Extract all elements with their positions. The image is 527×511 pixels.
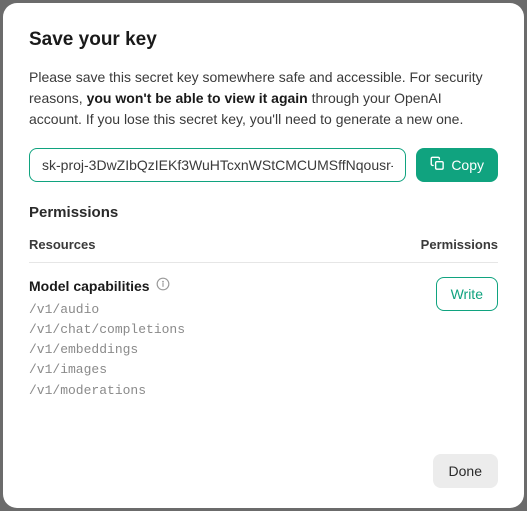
secret-key-input[interactable]: [29, 148, 406, 182]
col-permissions: Permissions: [421, 237, 498, 252]
endpoint-item: /v1/audio: [29, 300, 436, 320]
modal-footer: Done: [29, 454, 498, 488]
capability-left: Model capabilities /v1/audio /v1/chat/co…: [29, 277, 436, 401]
col-resources: Resources: [29, 237, 95, 252]
capability-row: Model capabilities /v1/audio /v1/chat/co…: [29, 277, 498, 401]
description-bold: you won't be able to view it again: [87, 90, 308, 106]
done-button-label: Done: [449, 463, 482, 479]
modal-title: Save your key: [29, 29, 498, 51]
permissions-heading: Permissions: [29, 204, 498, 221]
info-icon[interactable]: [156, 277, 170, 294]
permissions-table-header: Resources Permissions: [29, 237, 498, 263]
endpoint-item: /v1/images: [29, 360, 436, 380]
copy-icon: [430, 156, 445, 174]
save-key-modal: Save your key Please save this secret ke…: [3, 3, 524, 508]
capability-title-row: Model capabilities: [29, 277, 436, 294]
modal-description: Please save this secret key somewhere sa…: [29, 67, 498, 130]
copy-button[interactable]: Copy: [416, 148, 498, 182]
endpoints-list: /v1/audio /v1/chat/completions /v1/embed…: [29, 300, 436, 401]
key-row: Copy: [29, 148, 498, 182]
permission-badge-label: Write: [451, 286, 483, 302]
endpoint-item: /v1/embeddings: [29, 340, 436, 360]
permission-badge: Write: [436, 277, 498, 311]
capability-title: Model capabilities: [29, 278, 150, 294]
done-button[interactable]: Done: [433, 454, 498, 488]
endpoint-item: /v1/chat/completions: [29, 320, 436, 340]
copy-button-label: Copy: [451, 157, 484, 173]
endpoint-item: /v1/moderations: [29, 381, 436, 401]
